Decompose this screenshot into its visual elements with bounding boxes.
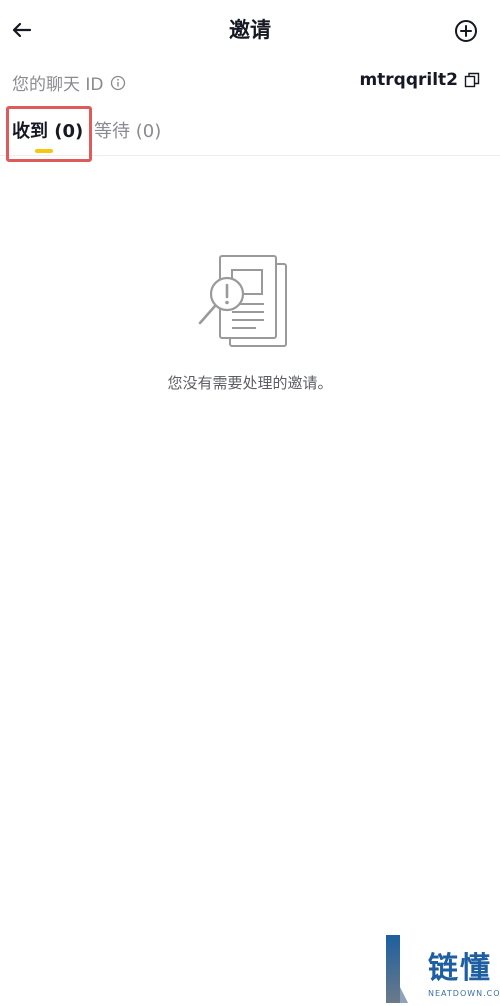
tab-pending[interactable]: 等待 (0) [94, 117, 161, 143]
info-icon[interactable] [110, 75, 126, 91]
top-bar: 邀请 [0, 0, 500, 62]
chat-id-value: mtrqqrilt2 [359, 70, 458, 90]
watermark-cn-text: 链懂 [428, 951, 492, 986]
page-title: 邀请 [229, 18, 271, 42]
chat-id-label-group: 您的聊天 ID [12, 70, 126, 95]
copy-icon[interactable] [464, 72, 480, 88]
watermark-logo: 链懂 NEATDOWN.COM [386, 935, 500, 1006]
add-circle-icon[interactable] [453, 18, 479, 44]
watermark-l-mark-icon [386, 935, 408, 1003]
chat-id-row: 您的聊天 ID mtrqqrilt2 [0, 62, 500, 102]
chat-id-value-group[interactable]: mtrqqrilt2 [359, 70, 480, 90]
empty-state-message: 您没有需要处理的邀请。 [167, 374, 333, 392]
annotation-highlight-box [6, 106, 92, 162]
chat-id-label: 您的聊天 ID [12, 75, 104, 95]
watermark-en-text: NEATDOWN.COM [428, 989, 500, 998]
document-search-alert-icon [198, 255, 287, 347]
